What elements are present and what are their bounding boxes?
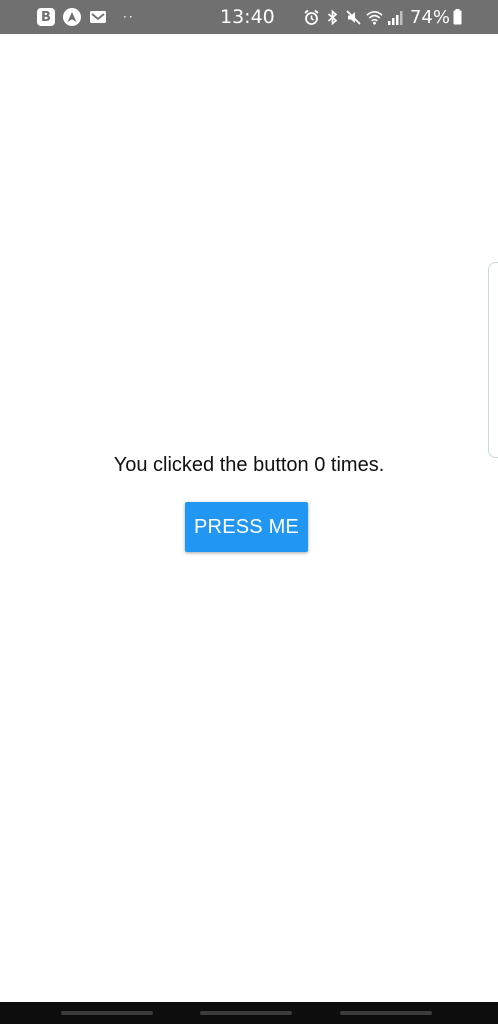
wifi-icon <box>366 9 383 26</box>
more-notifications-indicator: ·· <box>123 10 135 24</box>
battery-percentage: 74% <box>409 6 450 28</box>
navigation-bar <box>0 1002 498 1024</box>
status-bar: B ·· 13:40 74% <box>0 0 498 34</box>
battery-icon <box>453 9 462 25</box>
click-count-text: You clicked the button 0 times. <box>113 454 385 476</box>
home-button[interactable] <box>200 1011 292 1015</box>
navigation-icon <box>63 8 81 26</box>
status-time: 13:40 <box>220 6 275 28</box>
mute-icon <box>345 9 362 26</box>
status-right-icons: 74% <box>299 6 462 28</box>
back-button[interactable] <box>340 1011 432 1015</box>
app-content: You clicked the button 0 times. PRESS ME <box>0 34 498 1002</box>
mail-icon <box>89 10 107 24</box>
recent-apps-button[interactable] <box>61 1011 153 1015</box>
edge-panel-handle[interactable] <box>488 262 498 458</box>
alarm-icon <box>303 9 320 26</box>
bluetooth-icon <box>324 9 341 26</box>
press-me-button[interactable]: PRESS ME <box>185 502 308 552</box>
signal-icon <box>387 9 404 26</box>
b-icon: B <box>37 8 55 26</box>
status-left-icons: B ·· <box>37 7 135 27</box>
